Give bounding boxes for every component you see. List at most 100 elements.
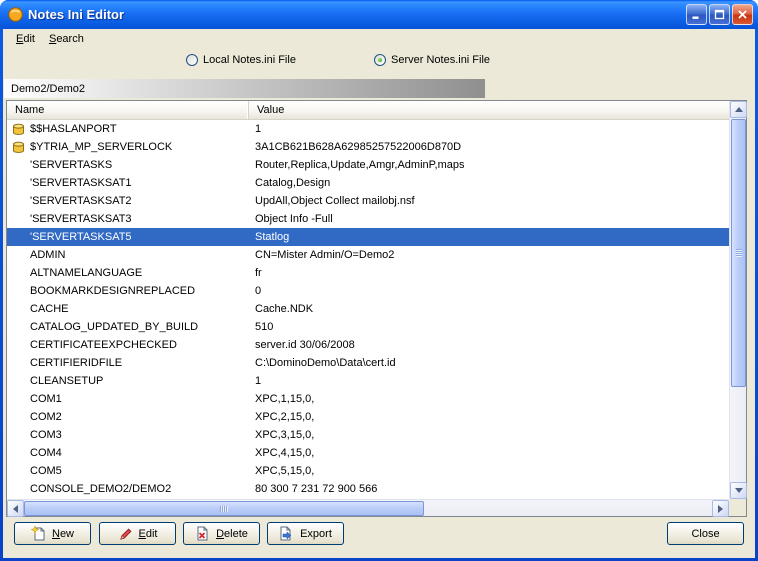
- row-value: Catalog,Design: [255, 177, 330, 189]
- row-name: 'SERVERTASKSAT2: [30, 195, 132, 207]
- scroll-up-button[interactable]: [730, 101, 747, 118]
- database-icon: [12, 123, 30, 136]
- radio-server-notes-ini[interactable]: Server Notes.ini File: [374, 54, 490, 66]
- menu-edit[interactable]: Edit: [9, 31, 42, 47]
- row-name: COM2: [30, 411, 62, 423]
- scroll-right-button[interactable]: [712, 500, 729, 517]
- minimize-button[interactable]: [686, 4, 707, 25]
- radio-server-label: Server Notes.ini File: [391, 54, 490, 66]
- export-button[interactable]: Export: [267, 522, 344, 545]
- table-row[interactable]: 'SERVERTASKSAT2 UpdAll,Object Collect mai…: [7, 192, 729, 210]
- delete-button[interactable]: Delete: [183, 522, 260, 545]
- horizontal-scrollbar[interactable]: [7, 499, 729, 516]
- table-row[interactable]: 'SERVERTASKSAT3 Object Info -Full: [7, 210, 729, 228]
- title-bar[interactable]: Notes Ini Editor: [0, 0, 758, 29]
- column-header-value[interactable]: Value: [249, 101, 729, 119]
- delete-x-icon: [195, 526, 210, 541]
- row-name: CACHE: [30, 303, 69, 315]
- row-name: CATALOG_UPDATED_BY_BUILD: [30, 321, 198, 333]
- table-row[interactable]: ADMINCN=Mister Admin/O=Demo2: [7, 246, 729, 264]
- row-value: 80 300 7 231 72 900 566: [255, 483, 377, 495]
- scroll-left-button[interactable]: [7, 500, 24, 517]
- vertical-scrollbar[interactable]: [729, 101, 746, 499]
- row-value: XPC,3,15,0,: [255, 429, 314, 441]
- table-row[interactable]: ALTNAMELANGUAGE fr: [7, 264, 729, 282]
- menu-bar: Edit Search: [3, 29, 755, 49]
- table-body: $$HASLANPORT 1 $YTRIA_MP_SERVERLOCK3A1CB62…: [7, 120, 729, 499]
- export-arrow-icon: [279, 526, 294, 541]
- row-icon-spacer: [12, 213, 30, 226]
- row-icon-spacer: [12, 231, 30, 244]
- close-dialog-button[interactable]: Close: [667, 522, 744, 545]
- row-value: XPC,4,15,0,: [255, 447, 314, 459]
- edit-button[interactable]: Edit: [99, 522, 176, 545]
- row-name: $$HASLANPORT: [30, 123, 117, 135]
- radio-local-label: Local Notes.ini File: [203, 54, 296, 66]
- row-icon-spacer: [12, 411, 30, 424]
- row-icon-spacer: [12, 429, 30, 442]
- table-row[interactable]: 'SERVERTASKSRouter,Replica,Update,Amgr,A…: [7, 156, 729, 174]
- row-name: CONSOLE_DEMO2/DEMO2: [30, 483, 171, 495]
- row-value: XPC,1,15,0,: [255, 393, 314, 405]
- row-icon-spacer: [12, 447, 30, 460]
- radio-circle-icon: [374, 54, 386, 66]
- row-name: CERTIFIERIDFILE: [30, 357, 122, 369]
- row-name: COM4: [30, 447, 62, 459]
- table-row[interactable]: 'SERVERTASKSAT1Catalog,Design: [7, 174, 729, 192]
- close-button[interactable]: [732, 4, 753, 25]
- new-button[interactable]: New: [14, 522, 91, 545]
- row-value: C:\DominoDemo\Data\cert.id: [255, 357, 396, 369]
- vertical-scrollbar-thumb[interactable]: [731, 119, 746, 387]
- horizontal-scrollbar-thumb[interactable]: [24, 501, 424, 516]
- table-row[interactable]: $YTRIA_MP_SERVERLOCK3A1CB621B628A6298525…: [7, 138, 729, 156]
- row-name: 'SERVERTASKSAT3: [30, 213, 132, 225]
- row-name: 'SERVERTASKSAT5: [30, 231, 132, 243]
- table-row[interactable]: CACHECache.NDK: [7, 300, 729, 318]
- table-row[interactable]: CATALOG_UPDATED_BY_BUILD510: [7, 318, 729, 336]
- scroll-down-button[interactable]: [730, 482, 747, 499]
- row-name: 'SERVERTASKS: [30, 159, 112, 171]
- table-row[interactable]: CERTIFICATEEXPCHECKEDserver.id 30/06/200…: [7, 336, 729, 354]
- maximize-button[interactable]: [709, 4, 730, 25]
- table-header: Name Value: [7, 101, 729, 120]
- row-icon-spacer: [12, 465, 30, 478]
- row-value: 1: [255, 123, 261, 135]
- table-row[interactable]: CONSOLE_DEMO2/DEMO2 80 300 7 231 72 900 5…: [7, 480, 729, 498]
- row-value: Object Info -Full: [255, 213, 333, 225]
- table-row[interactable]: COM5XPC,5,15,0,: [7, 462, 729, 480]
- row-name: CERTIFICATEEXPCHECKED: [30, 339, 177, 351]
- row-icon-spacer: [12, 303, 30, 316]
- table-row[interactable]: $$HASLANPORT 1: [7, 120, 729, 138]
- table-row[interactable]: COM1 XPC,1,15,0,: [7, 390, 729, 408]
- row-icon-spacer: [12, 483, 30, 496]
- column-header-name[interactable]: Name: [7, 101, 249, 119]
- row-value: UpdAll,Object Collect mailobj.nsf: [255, 195, 415, 207]
- table-row[interactable]: COM3XPC,3,15,0,: [7, 426, 729, 444]
- edit-pencil-icon: [118, 526, 133, 541]
- row-icon-spacer: [12, 177, 30, 190]
- delete-button-label: Delete: [216, 528, 248, 540]
- row-name: COM1: [30, 393, 62, 405]
- row-value: Statlog: [255, 231, 289, 243]
- row-value: 1: [255, 375, 261, 387]
- table-row[interactable]: COM4 XPC,4,15,0,: [7, 444, 729, 462]
- menu-search[interactable]: Search: [42, 31, 91, 47]
- window-content: Edit Search Local Notes.ini File Server …: [3, 29, 755, 558]
- arrow-right-icon: [718, 505, 723, 513]
- row-value: XPC,5,15,0,: [255, 465, 314, 477]
- row-value: XPC,2,15,0,: [255, 411, 314, 423]
- table-row[interactable]: CLEANSETUP1: [7, 372, 729, 390]
- table-row[interactable]: 'SERVERTASKSAT5 Statlog: [7, 228, 729, 246]
- radio-local-notes-ini[interactable]: Local Notes.ini File: [186, 54, 296, 66]
- row-icon-spacer: [12, 321, 30, 334]
- row-value: fr: [255, 267, 262, 279]
- table-row[interactable]: CERTIFIERIDFILE C:\DominoDemo\Data\cert.i…: [7, 354, 729, 372]
- table-row[interactable]: COM2 XPC,2,15,0,: [7, 408, 729, 426]
- row-icon-spacer: [12, 393, 30, 406]
- row-name: ALTNAMELANGUAGE: [30, 267, 142, 279]
- row-value: CN=Mister Admin/O=Demo2: [255, 249, 394, 261]
- ini-parameters-table: Name Value $$HASLANPORT 1 $YTRIA_MP_SERVER…: [6, 100, 747, 517]
- table-row[interactable]: BOOKMARKDESIGNREPLACED0: [7, 282, 729, 300]
- arrow-down-icon: [735, 488, 743, 493]
- file-source-selector: Local Notes.ini File Server Notes.ini Fi…: [3, 49, 755, 75]
